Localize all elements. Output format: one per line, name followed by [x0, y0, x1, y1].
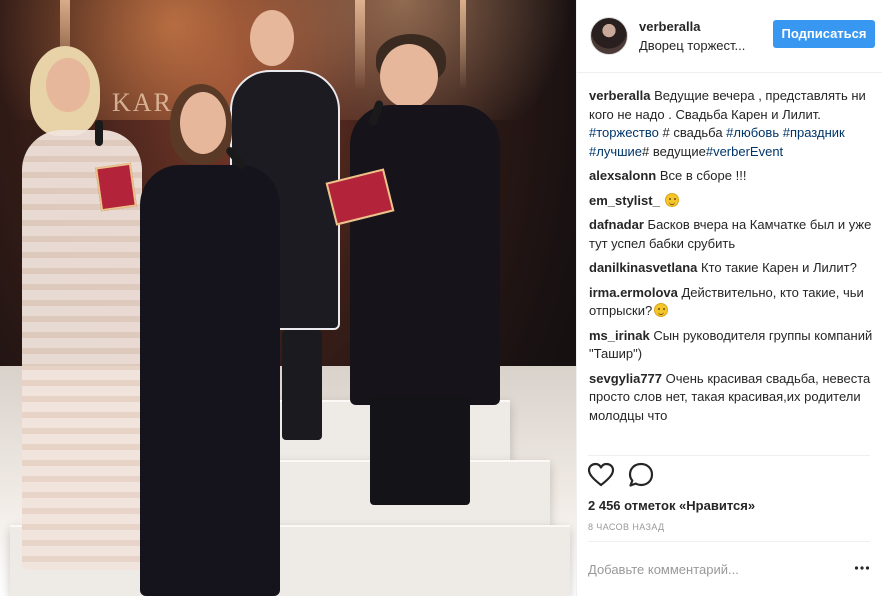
person-head — [380, 44, 438, 108]
person-legs — [370, 395, 470, 505]
person-head — [180, 92, 226, 154]
hashtag[interactable]: #verberEvent — [706, 144, 783, 159]
hashtag[interactable]: #лучшие — [589, 144, 642, 159]
comment-icon[interactable] — [626, 460, 656, 490]
comment-item: sevgylia777 Очень красивая свадьба, неве… — [589, 370, 877, 426]
smiley-emoji-icon — [665, 192, 680, 207]
divider — [588, 455, 870, 456]
comment-username[interactable]: em_stylist_ — [589, 193, 660, 208]
comment-item: danilkinasvetlana Кто такие Карен и Лили… — [589, 259, 877, 278]
author-username[interactable]: verberalla — [639, 19, 700, 34]
stage-sign: KAR — [112, 88, 173, 117]
avatar[interactable] — [590, 17, 628, 55]
more-icon[interactable] — [854, 560, 870, 576]
host-card — [95, 162, 137, 212]
post-actions: 2 456 отметок «Нравится» 8 часов назад — [576, 455, 882, 545]
add-comment-bar — [588, 541, 870, 596]
caption: verberalla Ведущие вечера , представлять… — [589, 87, 877, 161]
light-beam — [355, 0, 365, 90]
comment-item: alexsalonn Все в сборе !!! — [589, 167, 877, 186]
post-photo[interactable]: KAR — [0, 0, 576, 596]
post-header: verberalla Дворец торжест... Подписаться — [577, 0, 882, 73]
comment-username[interactable]: ms_irinak — [589, 328, 650, 343]
smiley-emoji-icon — [654, 303, 669, 317]
comment-username[interactable]: verberalla — [589, 88, 650, 103]
hashtag[interactable]: #праздник — [783, 125, 845, 140]
caption-plain: # свадьба — [658, 125, 727, 140]
comment-username[interactable]: irma.ermolova — [589, 285, 678, 300]
person-legs — [282, 330, 322, 440]
instagram-post-view: KAR verberalla Дворец торжест... Подписа… — [0, 0, 882, 596]
hashtag[interactable]: #любовь — [726, 125, 779, 140]
microphone — [95, 120, 103, 146]
caption-plain: # ведущие — [642, 143, 706, 159]
person-black-dress — [140, 165, 280, 596]
comments-list[interactable]: verberalla Ведущие вечера , представлять… — [589, 87, 877, 454]
post-location[interactable]: Дворец торжест... — [639, 38, 745, 53]
hashtag[interactable]: #торжество — [589, 125, 659, 140]
comment-username[interactable]: danilkinasvetlana — [589, 260, 697, 275]
person-tux — [350, 105, 500, 405]
comment-item: ms_irinak Сын руководителя группы компан… — [589, 327, 877, 364]
likes-count[interactable]: 2 456 отметок «Нравится» — [588, 498, 755, 513]
post-timestamp[interactable]: 8 часов назад — [588, 522, 665, 532]
comment-item: dafnadar Басков вчера на Камчатке был и … — [589, 216, 877, 253]
comment-text: Кто такие Карен и Лилит? — [701, 260, 857, 275]
comment-username[interactable]: dafnadar — [589, 217, 644, 232]
comment-item: irma.ermolova Действительно, кто такие, … — [589, 284, 877, 321]
person-head — [46, 58, 90, 112]
comment-username[interactable]: sevgylia777 — [589, 371, 662, 386]
person-head — [250, 10, 294, 66]
heart-icon[interactable] — [586, 460, 616, 490]
comment-text: Все в сборе !!! — [659, 168, 747, 183]
comment-item: em_stylist_ — [589, 192, 877, 211]
comment-username[interactable]: alexsalonn — [589, 168, 656, 183]
follow-button[interactable]: Подписаться — [773, 20, 875, 48]
light-beam — [460, 0, 466, 90]
comment-input[interactable] — [588, 560, 828, 578]
